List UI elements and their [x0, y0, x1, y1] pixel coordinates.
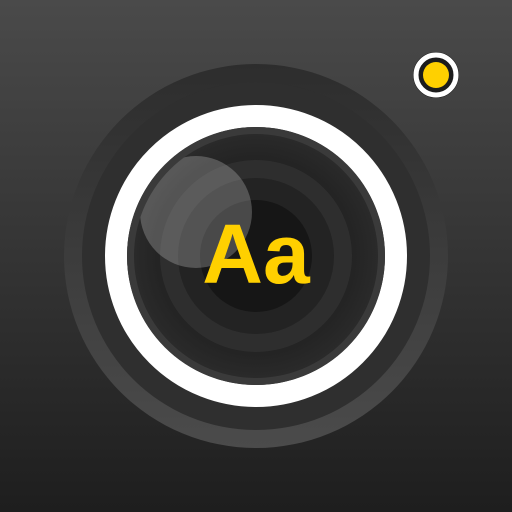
app-icon-artwork: Aa: [0, 0, 512, 512]
lens-text: Aa: [202, 207, 311, 301]
app-icon[interactable]: Aa: [0, 0, 512, 512]
recording-indicator-icon: [413, 52, 459, 98]
